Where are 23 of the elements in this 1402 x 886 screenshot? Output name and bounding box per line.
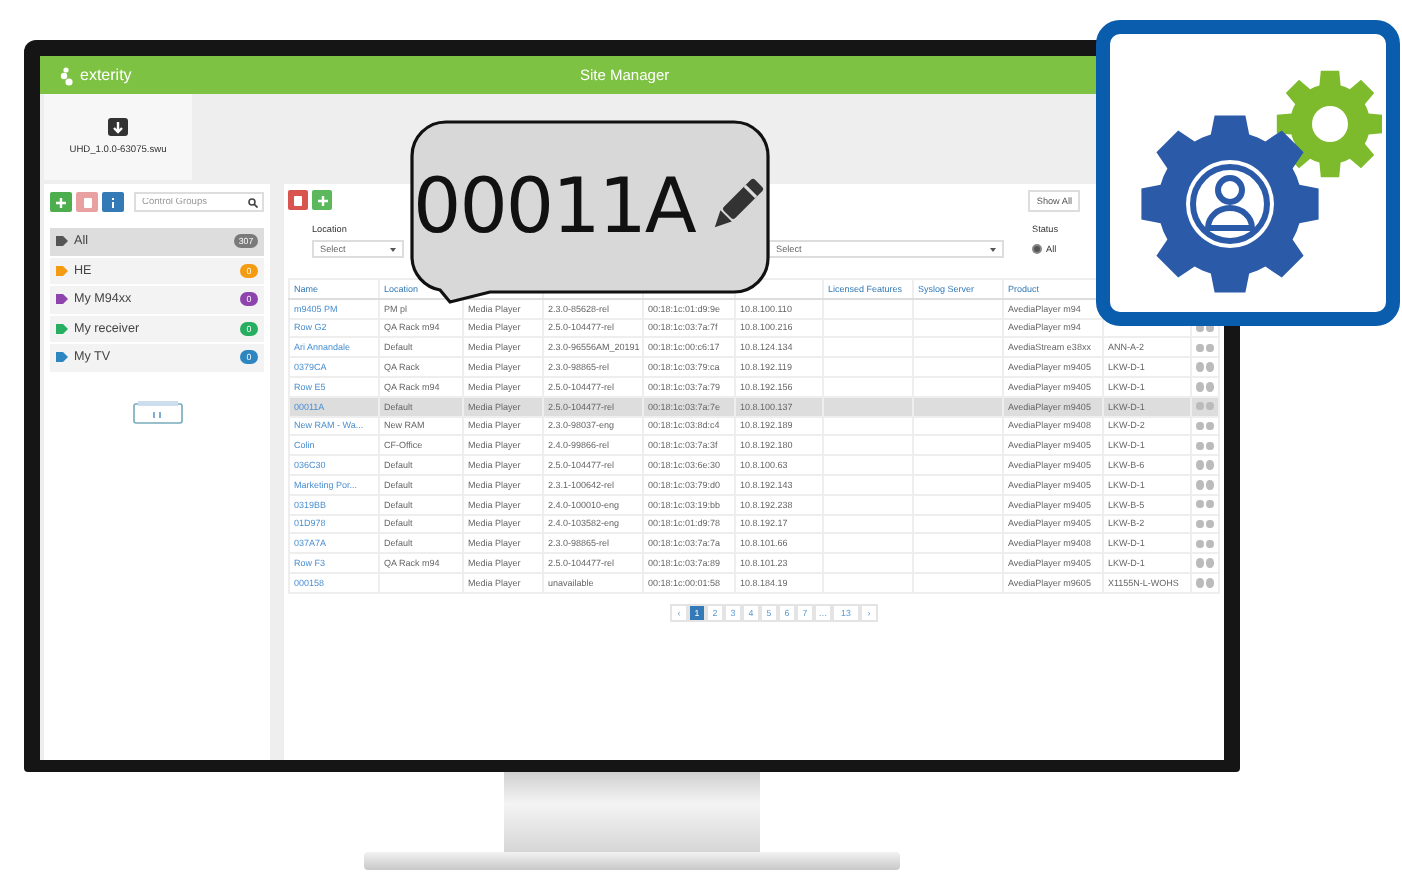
- callout-text: 00011A: [413, 162, 695, 250]
- tag-icon: [56, 294, 68, 305]
- tag-icon: [56, 236, 68, 247]
- info-icon: [110, 197, 116, 207]
- tag-icon: [56, 323, 68, 334]
- plus-icon: [317, 195, 327, 205]
- logo-icon: [60, 65, 76, 85]
- info-button[interactable]: [102, 192, 124, 212]
- add-button[interactable]: [312, 190, 332, 210]
- caret-icon: [390, 247, 396, 251]
- logo-text: exterity: [80, 66, 132, 84]
- collapse-tab-icon[interactable]: [131, 399, 183, 423]
- tag-icon: [56, 265, 68, 276]
- add-button[interactable]: [50, 192, 72, 212]
- trash-icon: [83, 197, 91, 207]
- delete-button[interactable]: [288, 190, 308, 210]
- trash-icon: [294, 195, 302, 205]
- tag-icon: [56, 352, 68, 363]
- delete-button[interactable]: [76, 192, 98, 212]
- package-icon: [108, 118, 128, 136]
- caret-icon: [990, 247, 996, 251]
- plus-icon: [56, 197, 66, 207]
- search-icon: [248, 197, 258, 207]
